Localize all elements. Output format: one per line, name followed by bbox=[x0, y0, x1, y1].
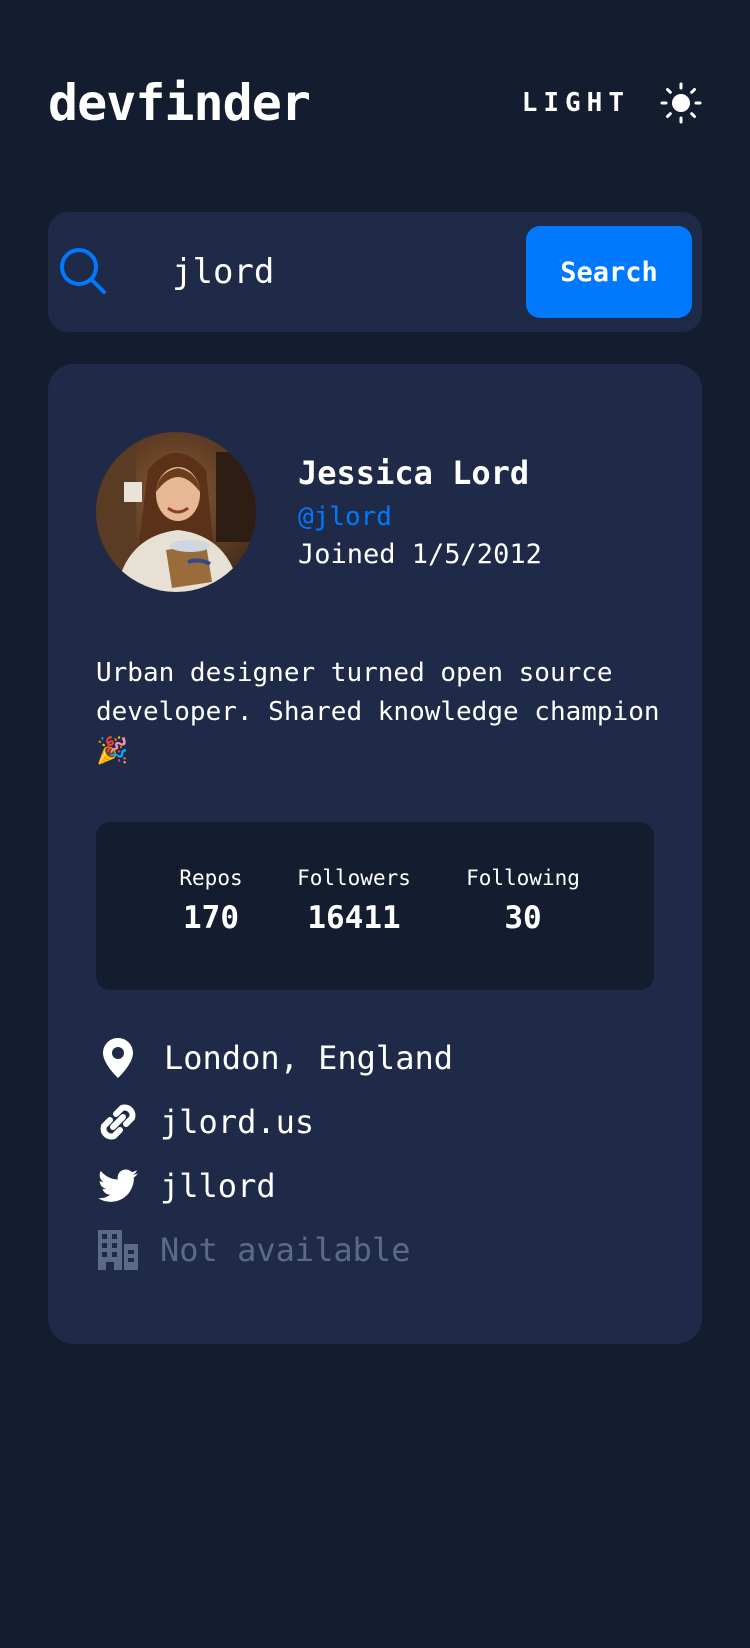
blog-row[interactable]: jlord.us bbox=[96, 1100, 314, 1144]
company-row: Not available bbox=[96, 1228, 410, 1272]
building-icon bbox=[96, 1228, 140, 1272]
stat-followers: Followers 16411 bbox=[284, 866, 424, 936]
twitter-handle[interactable]: jllord bbox=[160, 1167, 276, 1205]
search-input[interactable] bbox=[172, 242, 542, 302]
header: devfinder LIGHT bbox=[48, 70, 702, 136]
user-avatar bbox=[96, 432, 256, 592]
profile-bio: Urban designer turned open source develo… bbox=[96, 658, 660, 766]
sun-icon bbox=[660, 82, 702, 124]
stat-label: Repos bbox=[179, 866, 243, 890]
profile-handle-link[interactable]: @jlord bbox=[298, 502, 392, 532]
twitter-icon bbox=[96, 1164, 140, 1208]
app-logo: devfinder bbox=[48, 74, 311, 132]
twitter-row[interactable]: jllord bbox=[96, 1164, 276, 1208]
app-root: devfinder LIGHT jlord Search Jessica Lor… bbox=[0, 0, 750, 1648]
location-pin-icon bbox=[96, 1036, 140, 1080]
stats-panel: Repos 170 Followers 16411 Following 30 bbox=[96, 822, 654, 990]
stat-value: 16411 bbox=[307, 900, 401, 936]
joined-date: Joined 1/5/2012 bbox=[298, 539, 542, 570]
location-text: London, England bbox=[164, 1039, 453, 1077]
stat-value: 30 bbox=[504, 900, 542, 936]
stat-following: Following 30 bbox=[453, 866, 593, 936]
theme-toggle-label: LIGHT bbox=[521, 88, 630, 118]
company-text: Not available bbox=[160, 1231, 411, 1269]
profile-card: Jessica Lord @jlord Joined 1/5/2012 Urba… bbox=[48, 364, 702, 1344]
search-button[interactable]: Search bbox=[526, 226, 692, 318]
location-row: London, England bbox=[96, 1036, 453, 1080]
search-bar: Search bbox=[48, 212, 702, 332]
link-icon bbox=[96, 1100, 140, 1144]
stat-value: 170 bbox=[183, 900, 239, 936]
blog-link[interactable]: jlord.us bbox=[160, 1103, 314, 1141]
stat-label: Followers bbox=[297, 866, 411, 890]
stat-label: Following bbox=[466, 866, 580, 890]
search-icon bbox=[60, 248, 106, 294]
theme-toggle[interactable]: LIGHT bbox=[522, 82, 702, 124]
stat-repos: Repos 170 bbox=[171, 866, 251, 936]
profile-name: Jessica Lord bbox=[298, 454, 530, 492]
